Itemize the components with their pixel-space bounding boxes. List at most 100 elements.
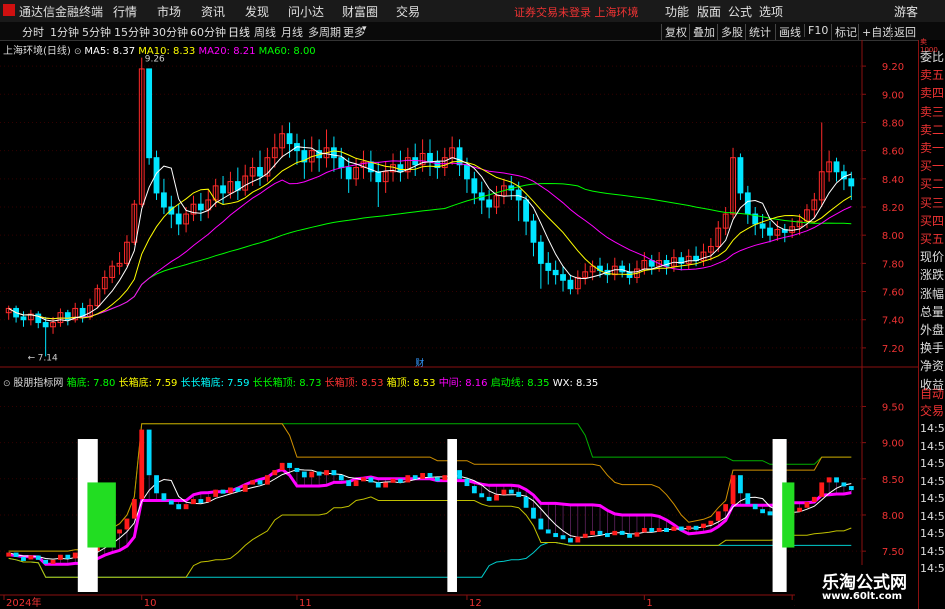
candle-body [767,227,773,236]
y-tick-label: 8.60 [882,147,904,158]
settings-gear-icon[interactable]: ⊙ [74,47,84,57]
candle-body [257,167,263,177]
sub-candle [568,538,573,543]
sub-candle [65,554,71,559]
candle-body [523,199,529,222]
sub-candle [545,529,551,534]
sub-candle [405,475,411,483]
panel-time: 14:56 [920,544,945,558]
sub-candle [641,528,647,533]
sub-candle [427,473,433,478]
sub-candle [124,518,130,530]
x-tick-label: 2024年 [6,596,41,609]
ma20-line [8,159,852,320]
sub-candle [575,536,581,543]
sub-candle [346,480,352,487]
panel-auto[interactable]: 自动 [920,385,945,402]
sub-candle [531,507,536,519]
panel-time: 14:56 [920,509,945,523]
y-tick-label: 8.40 [882,175,904,186]
val-changchangxiangdi: 长长箱底: 7.59 [180,378,250,389]
sub-candle [294,467,300,472]
sub-candle [708,520,714,525]
sub-candle [693,525,699,530]
main-legend: 上海环境(日线) ⊙ MA5: 8.37 MA10: 8.33 MA20: 8.… [3,42,316,57]
sub-candle [745,493,751,505]
val-changxiangdi: 长箱底: 7.59 [118,378,178,389]
sub-candle [117,529,122,534]
panel-time: 14:56 [920,422,945,435]
y-tick-label: 7.80 [882,259,904,270]
y-tick-label: 8.80 [882,118,904,129]
sub-candle [752,504,758,510]
panel-item: 卖一 [920,141,945,155]
candle-body [161,192,167,208]
sub-candle [848,486,854,491]
candle-body [545,262,552,271]
sub-candle [649,528,655,532]
sub-candle [28,555,34,560]
sub-candle [678,526,684,531]
candle-body [833,161,840,173]
sub-candle [331,470,337,476]
y-tick-label: 9.00 [882,439,904,450]
candle-body [331,147,337,159]
candle-body [345,167,352,180]
candle-body [197,203,204,211]
panel-item: 换手 [920,341,945,356]
candle-body [471,178,478,194]
y-tick-label: 7.50 [882,547,904,558]
sub-candle [523,496,529,508]
sub-candle [501,489,507,495]
sub-legend: ⊙ 股朋指标网 箱底: 7.80 长箱底: 7.59 长长箱底: 7.59 长长… [3,374,598,389]
signal-bar-green [782,482,795,548]
y-tick-label: 8.00 [882,511,904,522]
candle-body [375,171,382,183]
y-tick-label: 7.20 [882,344,904,355]
sub-candle [279,462,285,471]
x-tick-label: 11 [299,598,312,609]
sub-candle [338,475,344,481]
sub-candle [35,555,41,560]
low-arrow-icon: ← [28,353,36,363]
panel-time: 14:56 [920,562,945,575]
panel-item: 涨跌 [920,268,945,283]
panel-trade[interactable]: 交易 [920,402,945,419]
panel-item: 现价 [920,250,945,265]
val-xiangdi: 箱底: 7.80 [66,378,116,389]
panel-item: 总量 [920,304,945,319]
sub-candle [457,470,462,479]
x-tick-label: 10 [144,598,157,609]
sub-candle [257,480,263,485]
y-tick-label: 8.50 [882,475,904,486]
candle-body [552,269,559,276]
panel-time: 14:56 [920,439,945,453]
sub-candle [324,470,329,476]
chart-canvas[interactable]: 9.26← 7.14财 9.209.008.808.608.408.208.007… [0,0,918,609]
quote-side-panel: 卖 1000 委比 卖五 卖四 卖三 卖二 卖一 买一 买二 买三 买四 买五 现价 涨跌 涨幅 总量 外盘换… [918,38,945,609]
sub-candle [434,477,440,482]
sub-candle [767,511,773,516]
sub-candle [715,511,721,521]
sub-candle [390,478,396,483]
sub-candle [516,491,522,497]
sub-candle [508,489,514,494]
y-tick-label: 8.00 [882,231,904,242]
sub-candle [826,477,832,483]
sub-candle [811,496,817,502]
sub-candle [723,504,729,512]
sub-candle [664,528,669,532]
sub-candle [272,470,278,476]
candle-body [412,157,419,166]
indicator-name[interactable]: 股朋指标网 [13,378,63,389]
sub-candle [183,504,189,510]
sub-candle [420,473,426,479]
sub-candle [13,552,19,557]
panel-time: 14:56 [920,527,945,540]
sub-candle [412,475,418,480]
indicator-gear-icon[interactable]: ⊙ [3,379,13,389]
sub-candle [730,475,736,505]
ma5-label: MA5: 8.37 [84,46,136,57]
sub-candle [383,482,389,488]
sub-candle [612,530,618,536]
